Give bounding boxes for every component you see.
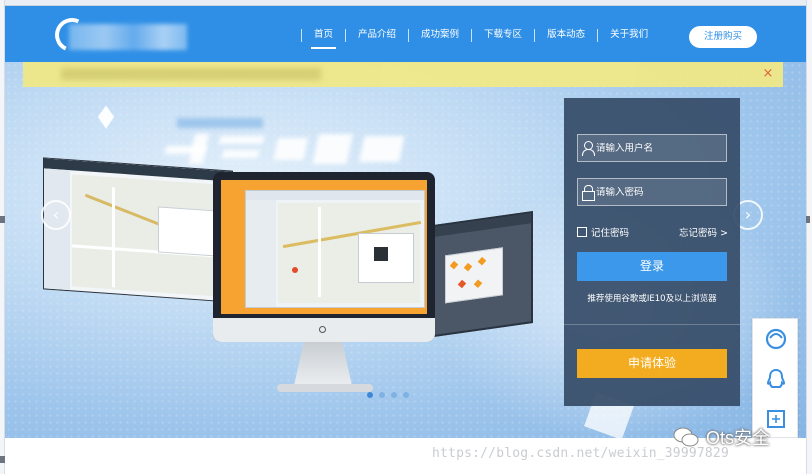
slogan-small-blurred — [177, 118, 263, 128]
slider-prev-icon[interactable]: ‹ — [41, 200, 71, 230]
nav-item-downloads[interactable]: 下载专区 — [472, 25, 534, 45]
site-header: 首页 产品介绍 成功案例 下载专区 版本动态 关于我们 注册购买 — [5, 6, 806, 62]
username-input[interactable] — [596, 142, 724, 154]
nav-item-versions[interactable]: 版本动态 — [535, 25, 597, 45]
apply-trial-button[interactable]: 申请体验 — [577, 349, 727, 378]
slider-dots — [367, 392, 409, 398]
window-right-edge — [806, 0, 812, 474]
browser-recommendation: 推荐使用谷歌或IE10及以上浏览器 — [587, 294, 717, 304]
monitor-screen — [221, 180, 427, 314]
app-screenshot-main — [245, 190, 425, 308]
username-field[interactable] — [577, 134, 727, 162]
wechat-watermark: Ots安全 — [672, 424, 770, 450]
hero-banner: × ‹ › 请输入用户名 记住密码 忘记密码 > 登录 推荐使用谷歌或IE10及… — [5, 62, 806, 438]
remember-password-label: 记住密码 — [591, 228, 630, 239]
nav-item-products[interactable]: 产品介绍 — [346, 25, 408, 45]
app-screenshot-back — [43, 157, 233, 303]
remember-password-checkbox[interactable]: 记住密码 — [577, 225, 629, 239]
logo-text-blurred — [69, 24, 187, 50]
login-button[interactable]: 登录 — [577, 252, 727, 281]
floating-side-toolbar — [752, 318, 798, 438]
nav-item-home[interactable]: 首页 — [302, 25, 345, 49]
slider-dot[interactable] — [391, 392, 397, 398]
qq-icon[interactable] — [753, 359, 799, 399]
checkbox-box[interactable] — [577, 227, 587, 237]
password-field[interactable] — [577, 178, 727, 206]
browser-window: 首页 产品介绍 成功案例 下载专区 版本动态 关于我们 注册购买 × ‹ › 请… — [0, 0, 812, 474]
register-buy-button[interactable]: 注册购买 — [689, 26, 757, 48]
nav-item-about[interactable]: 关于我们 — [598, 25, 660, 45]
notice-text-blurred — [61, 68, 321, 80]
notice-bar: × — [23, 62, 783, 87]
notice-close-icon[interactable]: × — [759, 65, 777, 83]
monitor-power-icon — [319, 326, 326, 333]
nav-item-cases[interactable]: 成功案例 — [409, 25, 471, 45]
wechat-account-name: Ots安全 — [706, 428, 771, 448]
site-logo[interactable] — [49, 13, 189, 57]
support-icon[interactable] — [753, 319, 799, 359]
lock-icon — [578, 178, 596, 206]
user-icon — [578, 134, 596, 162]
login-panel: 记住密码 忘记密码 > 登录 推荐使用谷歌或IE10及以上浏览器 申请体验 — [564, 98, 740, 406]
login-divider — [564, 324, 740, 325]
wechat-icon — [672, 426, 700, 448]
slider-dot[interactable] — [403, 392, 409, 398]
forgot-password-link[interactable]: 忘记密码 > — [679, 225, 728, 239]
password-input[interactable] — [596, 186, 724, 198]
monitor-bezel — [213, 318, 435, 342]
slider-dot[interactable] — [379, 392, 385, 398]
monitor-mockup — [213, 172, 435, 342]
main-nav: 首页 产品介绍 成功案例 下载专区 版本动态 关于我们 — [301, 24, 660, 49]
monitor-stand-base — [277, 384, 373, 392]
slider-dot[interactable] — [367, 392, 373, 398]
